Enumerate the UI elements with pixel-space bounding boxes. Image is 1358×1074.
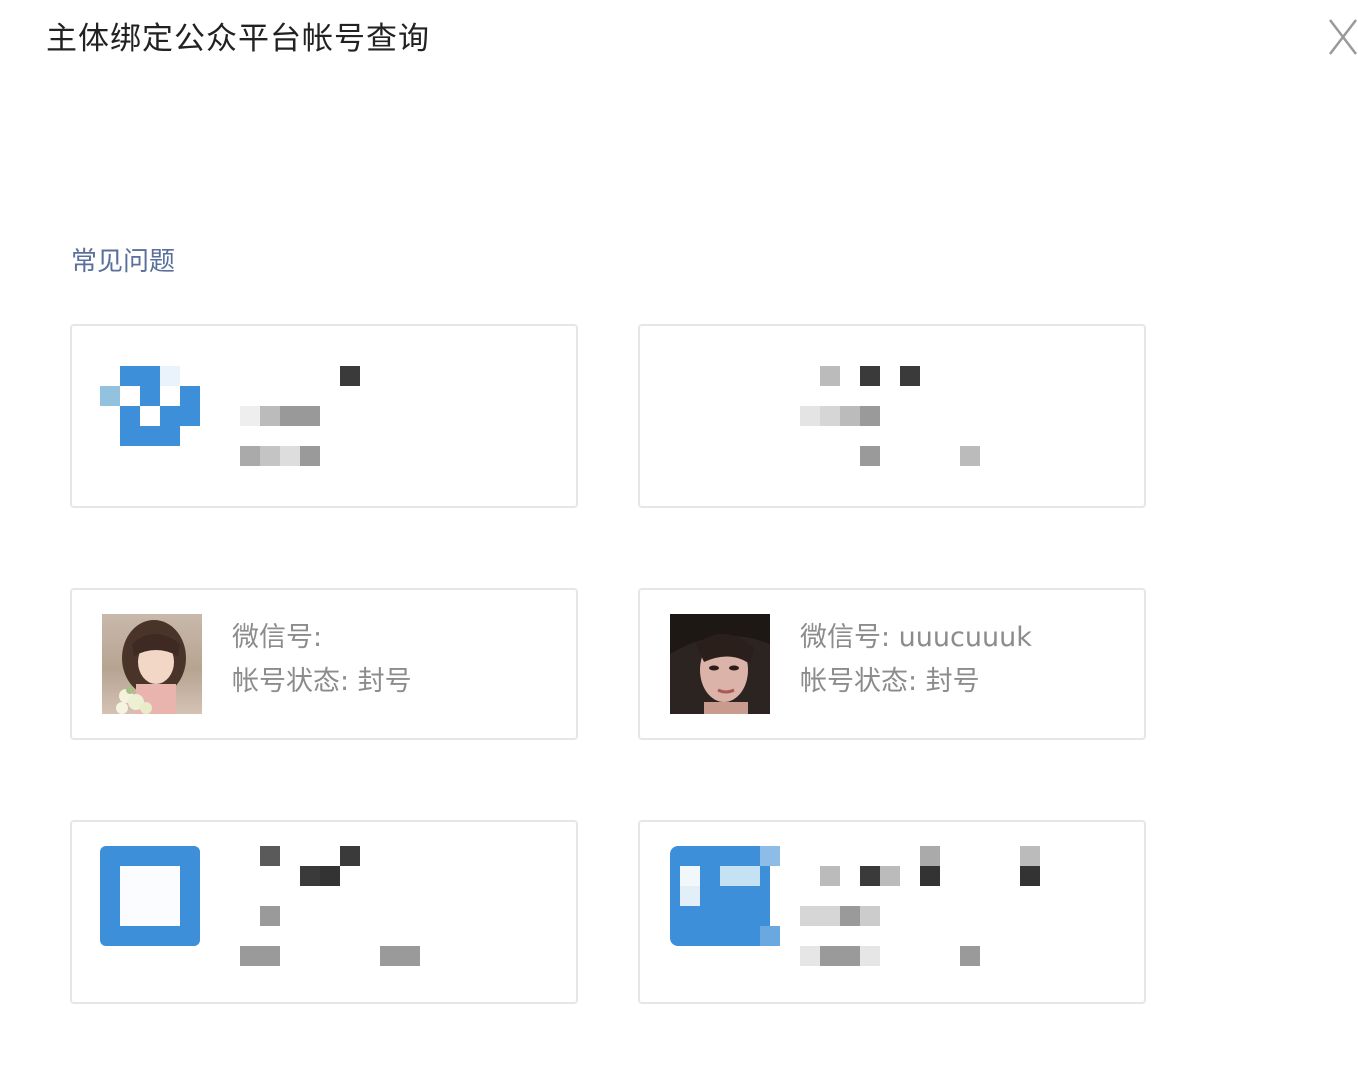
wechat-id-text: 微信号: (232, 622, 323, 653)
account-card-2[interactable]: 微信号: uuucuuuk 帐号状态: 封号 (638, 588, 1146, 740)
close-button[interactable] (1326, 14, 1358, 62)
account-info: 微信号: 帐号状态: 封号 (232, 616, 412, 704)
account-card-pixelated-3[interactable] (70, 820, 578, 1004)
pixelated-avatar (100, 846, 200, 946)
pixelated-avatar (670, 846, 780, 946)
account-card-1[interactable]: 微信号: 帐号状态: 封号 (70, 588, 578, 740)
pixelated-text (240, 846, 420, 966)
pixelated-text (800, 846, 1040, 966)
avatar (102, 614, 202, 714)
account-info: 微信号: uuucuuuk 帐号状态: 封号 (800, 616, 1032, 704)
account-status-text: 帐号状态: 封号 (800, 666, 980, 697)
account-card-pixelated-1[interactable] (70, 324, 578, 508)
pixelated-content (800, 366, 980, 466)
account-card-pixelated-4[interactable] (638, 820, 1146, 1004)
close-icon[interactable] (1326, 14, 1358, 62)
dialog-title: 主体绑定公众平台帐号查询 (46, 21, 430, 57)
faq-link[interactable]: 常见问题 (71, 243, 175, 281)
pixelated-text (240, 366, 360, 466)
avatar (670, 614, 770, 714)
wechat-id-text: 微信号: uuucuuuk (800, 622, 1032, 653)
account-card-pixelated-2[interactable] (638, 324, 1146, 508)
pixelated-content (100, 366, 360, 466)
pixelated-avatar (100, 366, 200, 446)
pixelated-text (800, 366, 980, 466)
pixelated-content (670, 846, 1040, 966)
account-status-text: 帐号状态: 封号 (232, 666, 412, 697)
pixelated-content (100, 846, 420, 966)
